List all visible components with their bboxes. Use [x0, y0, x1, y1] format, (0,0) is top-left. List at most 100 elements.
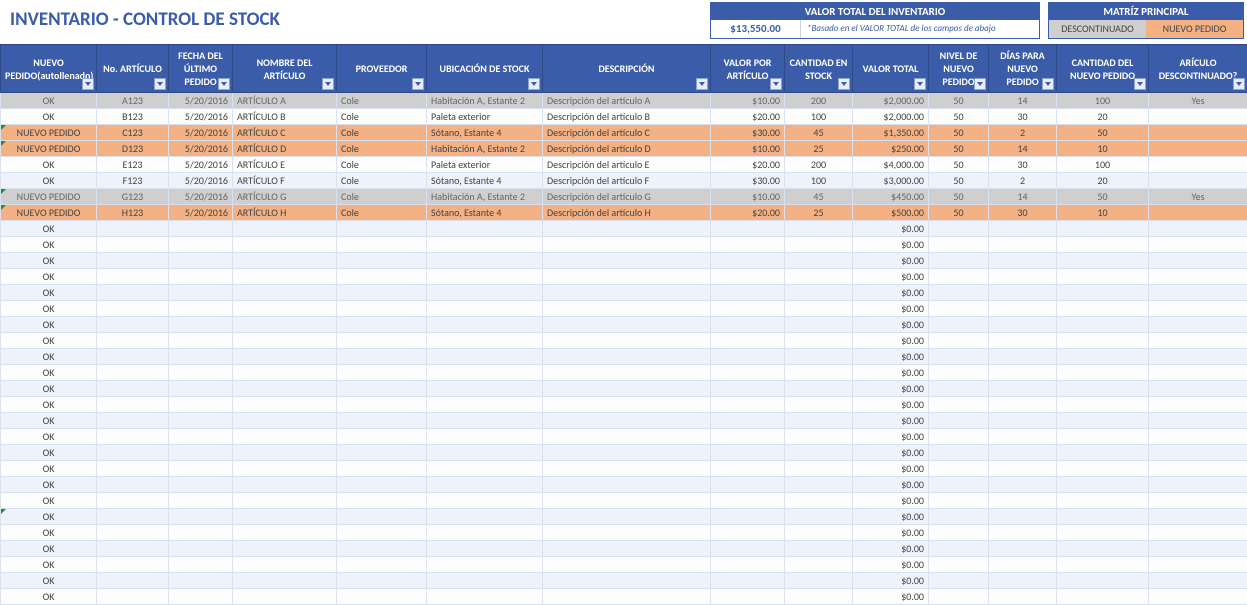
table-cell[interactable]: Cole — [337, 125, 427, 141]
table-cell[interactable] — [427, 429, 543, 445]
table-cell[interactable] — [929, 317, 989, 333]
table-cell[interactable] — [785, 253, 853, 269]
table-cell[interactable] — [97, 413, 169, 429]
table-cell[interactable]: OK — [1, 349, 97, 365]
table-cell[interactable]: $0.00 — [853, 509, 929, 525]
table-cell[interactable] — [427, 317, 543, 333]
table-cell[interactable]: 5/20/2016 — [169, 205, 233, 221]
table-cell[interactable]: Habitación A, Estante 2 — [427, 93, 543, 109]
table-cell[interactable] — [543, 381, 711, 397]
table-cell[interactable] — [1149, 429, 1247, 445]
table-row[interactable]: OK$0.00 — [1, 381, 1247, 397]
table-cell[interactable] — [427, 493, 543, 509]
table-cell[interactable] — [1149, 349, 1247, 365]
table-cell[interactable]: 50 — [929, 189, 989, 205]
table-cell[interactable] — [1149, 381, 1247, 397]
filter-dropdown-icon[interactable] — [974, 78, 986, 90]
table-cell[interactable] — [711, 445, 785, 461]
table-cell[interactable]: $0.00 — [853, 365, 929, 381]
table-cell[interactable] — [929, 509, 989, 525]
table-cell[interactable] — [1149, 317, 1247, 333]
table-cell[interactable] — [711, 509, 785, 525]
table-cell[interactable] — [929, 221, 989, 237]
table-cell[interactable] — [929, 413, 989, 429]
table-cell[interactable]: $0.00 — [853, 317, 929, 333]
table-cell[interactable]: $0.00 — [853, 557, 929, 573]
table-cell[interactable]: $0.00 — [853, 333, 929, 349]
table-cell[interactable]: OK — [1, 397, 97, 413]
table-cell[interactable] — [1057, 509, 1149, 525]
table-cell[interactable]: OK — [1, 333, 97, 349]
table-cell[interactable]: Descripción del artículo G — [543, 189, 711, 205]
table-cell[interactable] — [169, 589, 233, 605]
table-cell[interactable] — [1149, 301, 1247, 317]
table-cell[interactable]: $1,350.00 — [853, 125, 929, 141]
table-cell[interactable] — [97, 557, 169, 573]
table-cell[interactable] — [1057, 525, 1149, 541]
table-cell[interactable] — [97, 221, 169, 237]
table-cell[interactable]: $30.00 — [711, 125, 785, 141]
table-cell[interactable] — [427, 509, 543, 525]
table-row[interactable]: OK $0.00 — [1, 509, 1247, 525]
table-cell[interactable] — [711, 301, 785, 317]
table-row[interactable]: OK$0.00 — [1, 397, 1247, 413]
table-cell[interactable] — [785, 285, 853, 301]
table-cell[interactable] — [337, 525, 427, 541]
table-cell[interactable] — [97, 461, 169, 477]
table-cell[interactable]: 50 — [929, 93, 989, 109]
table-cell[interactable]: E123 — [97, 157, 169, 173]
table-cell[interactable] — [1057, 589, 1149, 605]
table-cell[interactable] — [711, 429, 785, 445]
table-cell[interactable] — [785, 333, 853, 349]
table-cell[interactable] — [711, 285, 785, 301]
table-cell[interactable] — [233, 333, 337, 349]
table-cell[interactable] — [785, 477, 853, 493]
table-cell[interactable] — [233, 285, 337, 301]
table-cell[interactable] — [337, 413, 427, 429]
table-cell[interactable] — [427, 269, 543, 285]
table-cell[interactable] — [337, 461, 427, 477]
table-cell[interactable]: NUEVO PEDIDO — [1, 125, 97, 141]
table-cell[interactable] — [427, 349, 543, 365]
table-cell[interactable] — [929, 461, 989, 477]
table-cell[interactable]: 50 — [929, 173, 989, 189]
filter-dropdown-icon[interactable] — [218, 78, 230, 90]
table-cell[interactable]: OK — [1, 509, 97, 525]
table-cell[interactable] — [97, 317, 169, 333]
table-cell[interactable] — [989, 221, 1057, 237]
table-cell[interactable] — [427, 381, 543, 397]
table-cell[interactable] — [543, 333, 711, 349]
table-cell[interactable]: NUEVO PEDIDO — [1, 205, 97, 221]
table-cell[interactable] — [711, 413, 785, 429]
table-cell[interactable] — [97, 397, 169, 413]
table-cell[interactable] — [427, 445, 543, 461]
table-cell[interactable]: 30 — [989, 109, 1057, 125]
table-cell[interactable]: ARTÍCULO H — [233, 205, 337, 221]
table-cell[interactable]: $0.00 — [853, 253, 929, 269]
table-cell[interactable]: $2,000.00 — [853, 93, 929, 109]
table-cell[interactable] — [233, 237, 337, 253]
table-cell[interactable]: $0.00 — [853, 541, 929, 557]
table-cell[interactable] — [337, 493, 427, 509]
table-cell[interactable]: OK — [1, 157, 97, 173]
table-cell[interactable] — [1149, 461, 1247, 477]
table-cell[interactable]: A123 — [97, 93, 169, 109]
table-cell[interactable] — [1057, 397, 1149, 413]
table-cell[interactable] — [929, 253, 989, 269]
table-cell[interactable] — [989, 525, 1057, 541]
table-cell[interactable] — [989, 541, 1057, 557]
table-cell[interactable] — [989, 445, 1057, 461]
table-cell[interactable]: Cole — [337, 189, 427, 205]
table-cell[interactable] — [785, 525, 853, 541]
table-cell[interactable] — [169, 573, 233, 589]
table-cell[interactable]: 20 — [1057, 173, 1149, 189]
table-cell[interactable]: OK — [1, 237, 97, 253]
table-cell[interactable] — [169, 493, 233, 509]
table-cell[interactable]: $20.00 — [711, 109, 785, 125]
table-cell[interactable]: Cole — [337, 93, 427, 109]
table-cell[interactable] — [97, 301, 169, 317]
table-cell[interactable] — [1057, 301, 1149, 317]
table-row[interactable]: OK$0.00 — [1, 301, 1247, 317]
table-cell[interactable] — [1149, 125, 1247, 141]
table-cell[interactable] — [1057, 253, 1149, 269]
